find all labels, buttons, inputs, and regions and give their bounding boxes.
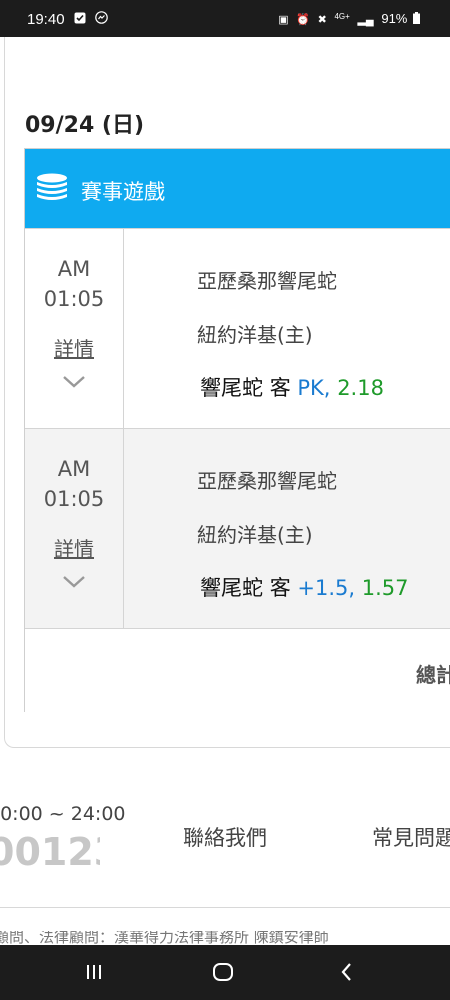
legal-text-content: 顧問、法律顧問：漢華得力法律事務所 陳鎮安律師: [0, 931, 329, 945]
recent-apps-button[interactable]: [52, 945, 142, 1000]
bet-side: 客: [269, 576, 291, 600]
status-right: ▣ ⏰ ✖ 4G+ ▂▄ 91%: [278, 11, 420, 26]
home-icon: [213, 963, 233, 981]
home-button[interactable]: [180, 945, 270, 1000]
game-time: 01:05: [43, 287, 105, 311]
game-time-column: AM 01:05 詳情: [25, 429, 124, 628]
game-ampm: AM: [57, 257, 91, 281]
footer-divider: [0, 907, 450, 908]
signal-icon: ▂▄: [357, 14, 374, 26]
table-header: 賽事遊戲: [25, 149, 450, 228]
phone-number-text: 00123: [0, 830, 100, 874]
check-square-icon: [74, 12, 86, 24]
detail-link[interactable]: 詳情: [25, 333, 123, 362]
messenger-icon: [95, 11, 108, 24]
bet-team: 響尾蛇: [200, 376, 263, 400]
bet-team: 響尾蛇: [200, 576, 263, 600]
phone-number: 00123: [0, 830, 100, 874]
coins-stack-icon: [37, 173, 67, 200]
back-button[interactable]: [305, 945, 395, 1000]
total-label: 總計: [416, 663, 450, 687]
system-nav-bar: [0, 945, 450, 1000]
chevron-down-icon[interactable]: [62, 575, 86, 589]
bet-selection: 響尾蛇 客 PK, 2.18: [200, 372, 384, 402]
home-team: 紐約洋基(主): [197, 523, 313, 547]
battery-percent: 91%: [381, 11, 408, 26]
total-row: 總計: [25, 628, 450, 712]
status-time: 19:40: [27, 11, 65, 28]
bet-side: 客: [269, 376, 291, 400]
back-icon: [341, 963, 351, 981]
recent-apps-icon: [87, 965, 101, 979]
contact-us-link[interactable]: 聯絡我們: [183, 822, 267, 852]
battery-icon: [413, 12, 420, 24]
service-hours: 10:00 ~ 24:00: [0, 803, 126, 825]
alarm-icon: ⏰: [296, 14, 311, 26]
game-row: AM 01:05 詳情 亞歷桑那響尾蛇 紐約洋基(主) 響尾蛇 客 PK, 2.…: [25, 228, 450, 428]
notification-icons: [74, 11, 108, 26]
game-row: AM 01:05 詳情 亞歷桑那響尾蛇 紐約洋基(主) 響尾蛇 客 +1.5, …: [25, 428, 450, 628]
network-label: 4G+: [334, 12, 350, 21]
bet-line: PK,: [297, 376, 331, 400]
table-header-title: 賽事遊戲: [81, 180, 165, 204]
faq-link[interactable]: 常見問題: [372, 822, 450, 852]
status-bar: 19:40 ▣ ⏰ ✖ 4G+ ▂▄ 91%: [0, 0, 450, 37]
game-time: 01:05: [43, 487, 105, 511]
bet-line: +1.5,: [297, 576, 356, 600]
date-heading: 09/24 (日): [25, 113, 145, 138]
game-table: 賽事遊戲 AM 01:05 詳情 亞歷桑那響尾蛇 紐約洋基(主) 響尾蛇 客 P…: [24, 148, 450, 712]
game-time-column: AM 01:05 詳情: [25, 229, 124, 428]
bet-odds: 2.18: [337, 376, 384, 400]
chevron-down-icon[interactable]: [62, 375, 86, 389]
bet-odds: 1.57: [361, 576, 409, 600]
service-hours-text: 10:00 ~ 24:00: [0, 803, 126, 825]
home-team: 紐約洋基(主): [197, 323, 313, 347]
mute-icon: ✖: [317, 14, 327, 26]
away-team: 亞歷桑那響尾蛇: [197, 469, 337, 493]
away-team: 亞歷桑那響尾蛇: [197, 269, 337, 293]
bet-selection: 響尾蛇 客 +1.5, 1.57: [200, 572, 409, 602]
detail-link[interactable]: 詳情: [25, 533, 123, 562]
lock-icon: ▣: [278, 14, 289, 26]
game-ampm: AM: [57, 457, 91, 481]
legal-text: 顧問、法律顧問：漢華得力法律事務所 陳鎮安律師: [0, 931, 450, 945]
